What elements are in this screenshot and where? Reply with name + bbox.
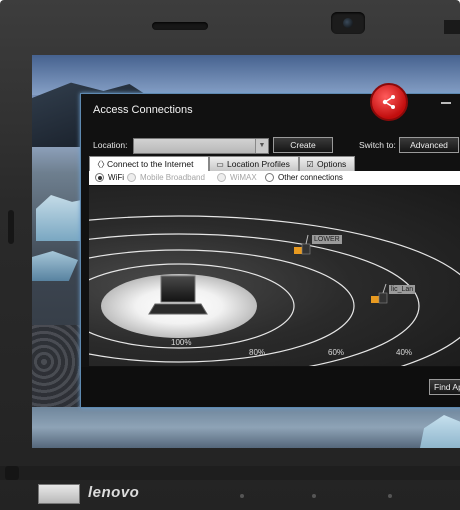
access-point-label[interactable]: LOWER — [312, 235, 342, 244]
advanced-button[interactable]: Advanced — [399, 137, 459, 153]
location-label: Location: — [93, 140, 128, 150]
switch-to-label: Switch to: — [359, 140, 396, 150]
lower-bezel — [0, 466, 460, 480]
access-connections-logo-icon — [370, 83, 408, 121]
radio-label: Other connections — [278, 173, 343, 182]
signal-percent-label: 60% — [328, 348, 345, 357]
indicator-led — [312, 494, 316, 498]
checkbox-icon: ☑ — [306, 160, 314, 169]
signal-percent-label: 80% — [249, 348, 266, 357]
radio-label: WiMAX — [230, 173, 257, 182]
radio-label: Mobile Broadband — [140, 173, 205, 182]
tab-label: Options — [317, 159, 347, 169]
connection-type-selector: WiFi Mobile Broadband WiMAX Other connec… — [89, 171, 460, 185]
network-icon: 〈〉 — [93, 160, 109, 169]
laptop-bezel: Access Connections Location: ▼ Create Sw… — [0, 0, 460, 510]
radio-button — [217, 173, 226, 182]
indicator-led — [240, 494, 244, 498]
signal-percent-label: 40% — [396, 348, 413, 357]
find-access-points-button[interactable]: Find Ap — [429, 379, 460, 395]
lenovo-logo: lenovo — [88, 484, 140, 501]
folder-icon: ▭ — [216, 160, 224, 169]
access-point-label[interactable]: lic_Lan — [389, 285, 416, 294]
router-icon — [294, 234, 311, 255]
iceberg — [32, 251, 78, 281]
webcam-icon — [331, 12, 365, 34]
lake — [32, 407, 460, 448]
chevron-down-icon[interactable]: ▼ — [255, 139, 268, 153]
minimize-button[interactable] — [441, 98, 451, 104]
speaker-slot — [152, 22, 208, 30]
window-title: Access Connections — [93, 104, 193, 116]
radio-wimax: WiMAX — [217, 173, 257, 182]
signal-strength-map: LOWER lic_Lan 100% 80% 60% 40% — [89, 186, 460, 366]
signal-percent-label: 100% — [171, 338, 192, 347]
signal-rings — [89, 215, 460, 366]
radio-other-connections[interactable]: Other connections — [265, 173, 343, 182]
create-button[interactable]: Create — [273, 137, 333, 153]
indicator-led — [388, 494, 392, 498]
tab-location-profiles[interactable]: ▭ Location Profiles — [209, 156, 299, 172]
tab-options[interactable]: ☑ Options — [299, 156, 355, 172]
radio-button[interactable] — [95, 173, 104, 182]
radio-mobile-broadband: Mobile Broadband — [127, 173, 205, 182]
side-slot — [8, 210, 14, 244]
tab-label: Location Profiles — [227, 159, 290, 169]
access-connections-window: Access Connections Location: ▼ Create Sw… — [80, 93, 460, 408]
brand-badge — [38, 484, 80, 504]
router-icon — [371, 283, 388, 304]
bezel-foot — [5, 466, 19, 480]
radio-button[interactable] — [265, 173, 274, 182]
location-dropdown[interactable]: ▼ — [133, 138, 269, 154]
radio-label: WiFi — [108, 173, 124, 182]
tab-label: Connect to the Internet — [107, 159, 194, 169]
lid-latch — [444, 20, 460, 34]
share-icon — [382, 95, 395, 109]
radio-wifi[interactable]: WiFi — [95, 173, 124, 182]
window-footer — [81, 367, 460, 407]
radio-button — [127, 173, 136, 182]
tab-connect-to-internet[interactable]: 〈〉Connect to the Internet — [89, 156, 209, 172]
